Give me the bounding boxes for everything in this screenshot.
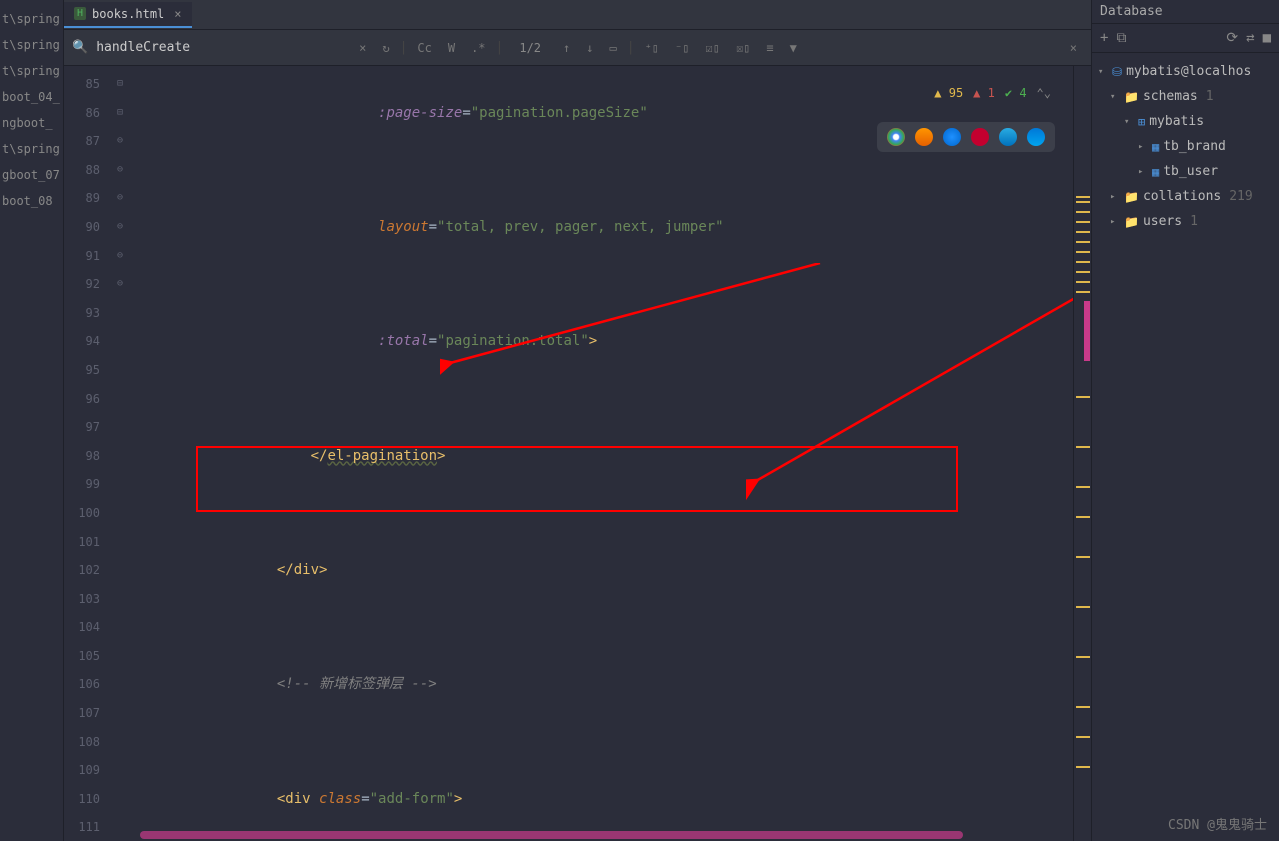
chevron-right-icon: ▸	[1138, 142, 1148, 152]
fold-icon[interactable]: ⊖	[110, 156, 130, 185]
chevron-updown-icon[interactable]: ⌃⌄	[1037, 86, 1051, 100]
project-item[interactable]: t\spring	[0, 32, 63, 58]
schemas-node[interactable]: ▾ 📁 schemas 1	[1096, 84, 1275, 109]
table-icon: ▦	[1152, 165, 1159, 179]
fold-icon[interactable]: ⊖	[110, 270, 130, 299]
warning-icon[interactable]: ▲ 95	[934, 86, 963, 100]
project-item[interactable]: boot_04_	[0, 84, 63, 110]
folder-icon: 📁	[1124, 215, 1139, 229]
line-gutter: 858687 888990 919293 949596 979899 10010…	[64, 66, 110, 841]
refresh-icon[interactable]: ⟳	[1226, 30, 1238, 46]
regex-button[interactable]: .*	[465, 39, 491, 57]
inspection-bar[interactable]: ▲ 95 ▲ 1 ✔ 4 ⌃⌄	[930, 84, 1055, 102]
editor[interactable]: 858687 888990 919293 949596 979899 10010…	[64, 66, 1091, 841]
database-panel-title: Database	[1092, 0, 1279, 24]
project-item[interactable]: boot_08	[0, 188, 63, 214]
database-panel: Database + ⧉ ⟳ ⇄ ■ ▾ ⛁ mybatis@localhos …	[1091, 0, 1279, 841]
stop-icon[interactable]: ■	[1263, 30, 1271, 46]
fold-icon[interactable]: ⊖	[110, 213, 130, 242]
fold-icon[interactable]: ⊖	[110, 184, 130, 213]
error-icon[interactable]: ▲ 1	[973, 86, 995, 100]
collations-node[interactable]: ▸ 📁 collations 219	[1096, 184, 1275, 209]
remove-selection-icon[interactable]: ⁻▯	[669, 39, 695, 57]
search-count: 1/2	[519, 41, 541, 55]
tab-bar: H books.html ×	[64, 0, 1091, 30]
schema-icon: ⊞	[1138, 115, 1145, 129]
unselect-icon[interactable]: ☒▯	[730, 39, 756, 57]
tab-label: books.html	[92, 7, 164, 21]
browser-preview-bar	[877, 122, 1055, 152]
chevron-right-icon: ▸	[1110, 192, 1120, 202]
settings-icon[interactable]: ≡	[760, 39, 779, 57]
history-icon[interactable]: ↻	[376, 39, 395, 57]
tab-books[interactable]: H books.html ×	[64, 2, 192, 28]
prev-match-icon[interactable]: ↑	[557, 39, 576, 57]
fold-icon[interactable]: ⊖	[110, 127, 130, 156]
database-icon: ⛁	[1112, 65, 1122, 79]
add-datasource-icon[interactable]: +	[1100, 30, 1108, 46]
clear-search-icon[interactable]: ×	[353, 39, 372, 57]
firefox-icon[interactable]	[915, 128, 933, 146]
html-file-icon: H	[74, 7, 86, 20]
chevron-down-icon: ▾	[1124, 117, 1134, 127]
match-case-button[interactable]: Cc	[411, 39, 437, 57]
fold-gutter: ⊟ ⊟ ⊖ ⊖ ⊖ ⊖ ⊖ ⊖	[110, 66, 130, 841]
chevron-right-icon: ▸	[1110, 217, 1120, 227]
chevron-down-icon: ▾	[1098, 67, 1108, 77]
database-tree: ▾ ⛁ mybatis@localhos ▾ 📁 schemas 1 ▾ ⊞ m…	[1092, 53, 1279, 240]
select-next-icon[interactable]: ☑▯	[699, 39, 725, 57]
fold-icon[interactable]: ⊖	[110, 242, 130, 271]
select-all-icon[interactable]: ▭	[604, 39, 623, 57]
project-item[interactable]: ngboot_	[0, 110, 63, 136]
db-connection[interactable]: ▾ ⛁ mybatis@localhos	[1096, 59, 1275, 84]
project-item[interactable]: t\spring	[0, 6, 63, 32]
filter-icon[interactable]: ▼	[784, 39, 803, 57]
folder-icon: 📁	[1124, 190, 1139, 204]
chevron-down-icon: ▾	[1110, 92, 1120, 102]
safari-icon[interactable]	[943, 128, 961, 146]
table-node[interactable]: ▸ ▦ tb_brand	[1096, 134, 1275, 159]
duplicate-icon[interactable]: ⧉	[1116, 30, 1126, 46]
close-icon[interactable]: ×	[174, 7, 181, 21]
fold-icon[interactable]: ⊟	[110, 99, 130, 128]
sync-icon[interactable]: ⇄	[1246, 30, 1254, 46]
opera-icon[interactable]	[971, 128, 989, 146]
table-icon: ▦	[1152, 140, 1159, 154]
search-input[interactable]	[96, 40, 349, 55]
close-search-icon[interactable]: ×	[1064, 39, 1083, 57]
schema-node[interactable]: ▾ ⊞ mybatis	[1096, 109, 1275, 134]
error-stripe[interactable]	[1073, 66, 1091, 841]
project-item[interactable]: t\spring	[0, 136, 63, 162]
watermark: CSDN @鬼鬼骑士	[1168, 814, 1267, 833]
ok-icon[interactable]: ✔ 4	[1005, 86, 1027, 100]
horizontal-scrollbar[interactable]	[140, 831, 963, 839]
chevron-right-icon: ▸	[1138, 167, 1148, 177]
ie-icon[interactable]	[999, 128, 1017, 146]
project-item[interactable]: t\spring	[0, 58, 63, 84]
users-node[interactable]: ▸ 📁 users 1	[1096, 209, 1275, 234]
code-area[interactable]: :page-size="pagination.pageSize" layout=…	[130, 66, 1073, 841]
fold-icon[interactable]: ⊟	[110, 70, 130, 99]
edge-icon[interactable]	[1027, 128, 1045, 146]
add-selection-icon[interactable]: ⁺▯	[639, 39, 665, 57]
search-icon: 🔍	[72, 40, 88, 55]
project-list: t\spring t\spring t\spring boot_04_ ngbo…	[0, 0, 64, 841]
table-node[interactable]: ▸ ▦ tb_user	[1096, 159, 1275, 184]
folder-icon: 📁	[1124, 90, 1139, 104]
project-item[interactable]: gboot_07	[0, 162, 63, 188]
chrome-icon[interactable]	[887, 128, 905, 146]
search-bar: 🔍 × ↻ | Cc W .* | 1/2 ↑ ↓ ▭ | ⁺▯ ⁻▯ ☑▯ ☒…	[64, 30, 1091, 66]
next-match-icon[interactable]: ↓	[580, 39, 599, 57]
database-toolbar: + ⧉ ⟳ ⇄ ■	[1092, 24, 1279, 53]
words-button[interactable]: W	[442, 39, 461, 57]
